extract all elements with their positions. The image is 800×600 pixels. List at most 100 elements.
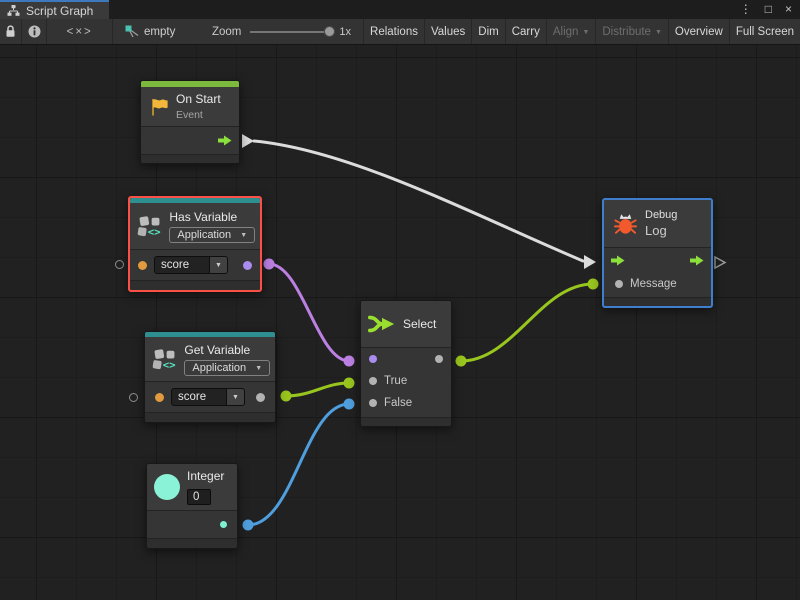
false-input-port[interactable]	[369, 399, 377, 407]
true-port-label: True	[384, 375, 407, 387]
tab-bar: Script Graph ⋮ □ ×	[0, 0, 800, 19]
selection-status: empty	[113, 19, 200, 44]
values-button[interactable]: Values	[425, 19, 472, 44]
message-port-label: Message	[630, 278, 677, 290]
port-row: score ▼	[145, 382, 275, 412]
info-button[interactable]	[22, 19, 48, 44]
variable-scope-dropdown[interactable]: Application ▼	[184, 360, 270, 376]
integer-output-port[interactable]	[220, 521, 227, 528]
port-row	[604, 248, 711, 273]
node-debug-log[interactable]: Debug Log Message	[602, 198, 713, 308]
select-icon	[368, 313, 396, 335]
zoom-value: 1x	[339, 26, 351, 38]
variable-name-field[interactable]: score ▼	[171, 388, 245, 406]
selection-output-port[interactable]	[435, 355, 443, 363]
window-maximize-icon[interactable]: □	[765, 0, 772, 19]
node-title: On Start	[176, 92, 221, 106]
node-header: <> Get Variable Application ▼	[145, 337, 275, 382]
zoom-slider[interactable]	[250, 31, 330, 33]
has-variable-unconnected-target-port[interactable]	[115, 260, 124, 269]
node-footer	[147, 538, 237, 548]
zoom-label: Zoom	[212, 26, 241, 38]
graph-selection-icon	[125, 25, 140, 38]
get-variable-unconnected-target-port[interactable]	[129, 393, 138, 402]
chevron-down-icon[interactable]: ▼	[210, 256, 228, 274]
carry-button[interactable]: Carry	[506, 19, 547, 44]
node-title: Debug	[645, 209, 677, 221]
variable-scope-dropdown[interactable]: Application ▼	[169, 227, 255, 243]
port-row: False	[361, 392, 451, 414]
full-screen-button[interactable]: Full Screen	[730, 19, 800, 44]
node-select[interactable]: Select True False	[360, 300, 452, 427]
code-brackets-button[interactable]: <×>	[47, 19, 113, 44]
flow-exit-port[interactable]	[218, 135, 232, 146]
node-footer	[145, 412, 275, 422]
zoom-slider-handle[interactable]	[324, 26, 335, 37]
flag-icon	[149, 97, 169, 117]
condition-input-port[interactable]	[369, 355, 377, 363]
values-label: Values	[431, 26, 465, 38]
false-port-label: False	[384, 397, 412, 409]
code-brackets-label: <×>	[67, 26, 93, 38]
tab-script-graph[interactable]: Script Graph	[0, 0, 109, 19]
chevron-down-icon: ▼	[655, 29, 662, 36]
port-row	[361, 348, 451, 370]
variable-scope-value: Application	[177, 229, 231, 241]
node-title: Has Variable	[169, 210, 253, 224]
port-row	[141, 127, 239, 154]
port-row: True	[361, 370, 451, 392]
integer-value-input[interactable]: 0	[187, 489, 211, 505]
variable-name-input-port[interactable]	[155, 393, 164, 402]
window-close-icon[interactable]: ×	[785, 0, 792, 19]
node-integer[interactable]: Integer 0	[146, 463, 238, 549]
port-row: Message	[604, 273, 711, 295]
variable-name-field[interactable]: score ▼	[154, 256, 228, 274]
dim-button[interactable]: Dim	[472, 19, 505, 44]
bug-icon	[613, 211, 638, 236]
chevron-down-icon: ▼	[240, 232, 247, 239]
chevron-down-icon: ▼	[255, 365, 262, 372]
align-button[interactable]: Align ▼	[547, 19, 597, 44]
node-footer	[130, 280, 260, 290]
relations-button[interactable]: Relations	[364, 19, 425, 44]
node-subtitle: Event	[176, 109, 221, 121]
port-row	[147, 511, 237, 538]
node-footer	[604, 297, 711, 306]
unity-visual-scripting-window: Script Graph ⋮ □ × <×>	[0, 0, 800, 600]
node-on-start[interactable]: On Start Event	[140, 80, 240, 164]
info-icon	[28, 25, 41, 38]
dim-label: Dim	[478, 26, 498, 38]
chevron-down-icon[interactable]: ▼	[227, 388, 245, 406]
lock-icon	[5, 25, 16, 38]
lock-button[interactable]	[0, 19, 22, 44]
node-header: On Start Event	[141, 87, 239, 127]
message-input-port[interactable]	[615, 280, 623, 288]
result-output-port[interactable]	[243, 261, 252, 270]
node-header: Integer 0	[147, 464, 237, 511]
selection-status-label: empty	[144, 26, 175, 38]
node-has-variable[interactable]: <> Has Variable Application ▼ score ▼	[128, 196, 262, 292]
true-input-port[interactable]	[369, 377, 377, 385]
variable-name-value: score	[154, 256, 210, 274]
distribute-button[interactable]: Distribute ▼	[596, 19, 669, 44]
node-subtitle: Log	[645, 223, 677, 238]
node-header: <> Has Variable Application ▼	[130, 203, 260, 250]
flow-enter-port[interactable]	[611, 255, 625, 266]
variable-name-value: score	[171, 388, 227, 406]
tab-title: Script Graph	[26, 4, 93, 18]
overview-label: Overview	[675, 26, 723, 38]
node-get-variable[interactable]: <> Get Variable Application ▼ score ▼	[144, 331, 276, 423]
value-output-port[interactable]	[256, 393, 265, 402]
variables-icon: <>	[152, 348, 177, 370]
variable-name-input-port[interactable]	[138, 261, 147, 270]
variables-icon: <>	[137, 215, 162, 237]
window-menu-icon[interactable]: ⋮	[740, 0, 752, 19]
svg-text:<>: <>	[163, 359, 176, 370]
node-header: Debug Log	[604, 200, 711, 248]
carry-label: Carry	[512, 26, 540, 38]
overview-button[interactable]: Overview	[669, 19, 730, 44]
graph-toolbar: <×> empty Zoom 1x Relations Values Dim C…	[0, 19, 800, 45]
distribute-label: Distribute	[602, 26, 651, 38]
flow-exit-port[interactable]	[690, 255, 704, 266]
variable-scope-value: Application	[192, 362, 246, 374]
